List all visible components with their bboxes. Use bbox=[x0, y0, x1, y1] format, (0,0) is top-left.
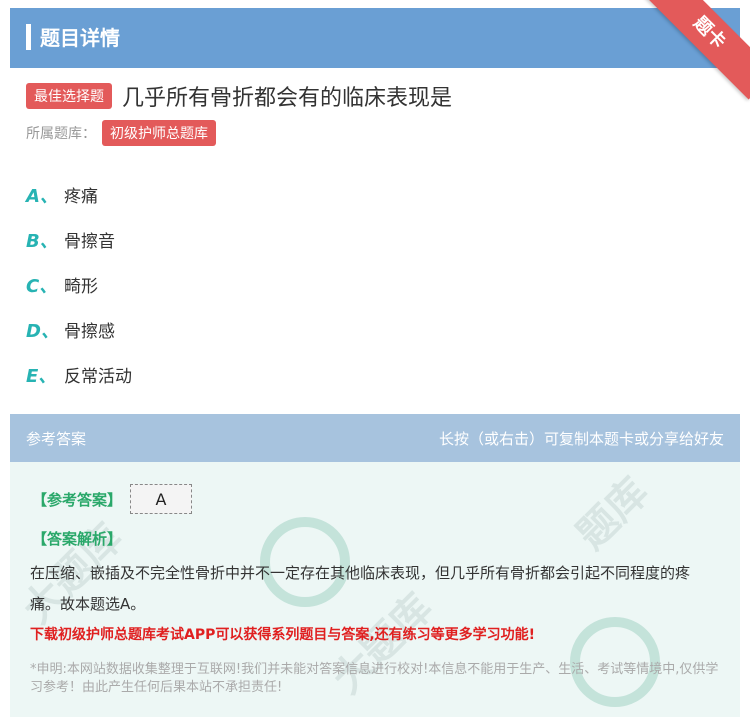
answer-section-title: 参考答案 bbox=[26, 430, 87, 448]
option-letter: C、 bbox=[26, 275, 58, 297]
reference-answer-line: 【参考答案】 A bbox=[32, 484, 193, 514]
disclaimer-text: *申明:本网站数据收集整理于互联网!我们并未能对答案信息进行校对!本信息不能用于… bbox=[30, 662, 719, 695]
page-header: 题目详情 bbox=[10, 8, 740, 68]
bank-name-link[interactable]: 初级护师总题库 bbox=[102, 120, 216, 146]
option-text: 骨擦音 bbox=[64, 232, 115, 252]
watermark-text: 题库 bbox=[568, 469, 658, 559]
question-line: 最佳选择题 几乎所有骨折都会有的临床表现是 bbox=[26, 80, 452, 112]
option-letter: B、 bbox=[26, 230, 58, 252]
option-text: 畸形 bbox=[64, 277, 98, 297]
option-letter: A、 bbox=[26, 185, 58, 207]
answer-panel: 大题库 大题库 题库 【参考答案】 A 【答案解析】 在压缩、嵌插及不完全性骨折… bbox=[10, 462, 740, 717]
page-title: 题目详情 bbox=[40, 26, 120, 50]
option-letter: D、 bbox=[26, 320, 59, 342]
option-text: 骨擦感 bbox=[64, 322, 115, 342]
option-a[interactable]: A、 疼痛 bbox=[26, 172, 132, 217]
header-accent-bar bbox=[26, 24, 31, 50]
analysis-text: 在压缩、嵌插及不完全性骨折中并不一定存在其他临床表现，但几乎所有骨折都会引起不同… bbox=[30, 564, 691, 613]
question-bank-line: 所属题库： 初级护师总题库 bbox=[26, 120, 216, 146]
question-type-badge: 最佳选择题 bbox=[26, 83, 112, 109]
answer-image: A bbox=[130, 484, 193, 514]
reference-answer-label: 【参考答案】 bbox=[32, 490, 123, 509]
option-e[interactable]: E、 反常活动 bbox=[26, 352, 132, 397]
option-text: 反常活动 bbox=[64, 367, 132, 387]
option-b[interactable]: B、 骨擦音 bbox=[26, 217, 132, 262]
app-download-promo[interactable]: 下载初级护师总题库考试APP可以获得系列题目与答案,还有练习等更多学习功能! bbox=[30, 624, 535, 644]
share-hint: 长按（或右击）可复制本题卡或分享给好友 bbox=[438, 430, 724, 448]
question-text: 几乎所有骨折都会有的临床表现是 bbox=[122, 86, 453, 111]
bank-label: 所属题库： bbox=[26, 126, 96, 142]
option-text: 疼痛 bbox=[64, 187, 98, 207]
option-d[interactable]: D、 骨擦感 bbox=[26, 307, 132, 352]
analysis-label-wrap: 【答案解析】 bbox=[32, 528, 122, 549]
option-letter: E、 bbox=[26, 365, 57, 387]
options-list: A、 疼痛 B、 骨擦音 C、 畸形 D、 骨擦感 E、 反常活动 bbox=[26, 172, 132, 397]
analysis-label: 【答案解析】 bbox=[32, 530, 123, 548]
option-c[interactable]: C、 畸形 bbox=[26, 262, 132, 307]
answer-section-bar: 参考答案 长按（或右击）可复制本题卡或分享给好友 bbox=[10, 414, 740, 462]
